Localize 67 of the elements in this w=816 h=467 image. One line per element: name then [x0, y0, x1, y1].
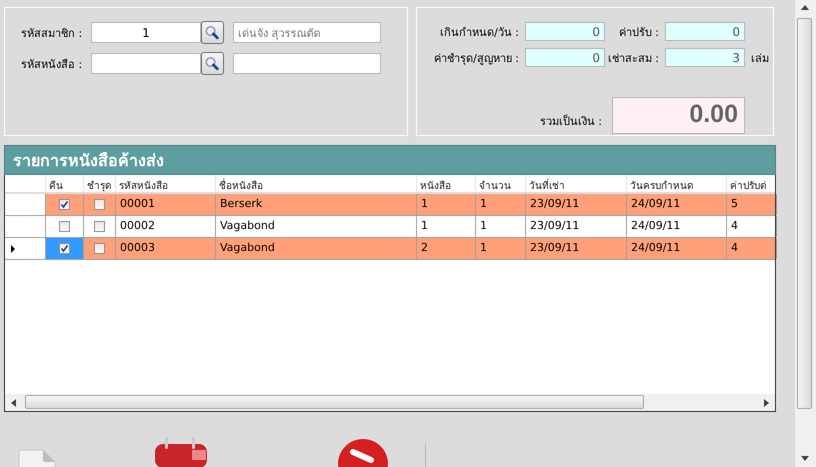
scroll-down-icon[interactable] — [801, 456, 809, 461]
summary-field: 3 — [665, 48, 745, 67]
checkbox[interactable] — [94, 221, 105, 232]
grid-title-bar: รายการหนังสือค้างส่ง — [4, 145, 776, 176]
table-cell: 4 — [727, 216, 777, 238]
search-button[interactable] — [201, 52, 224, 75]
summary-label: ค่าชำรุด/สูญหาย : — [433, 50, 520, 66]
book-name-field[interactable] — [233, 53, 381, 74]
table-cell: Vagabond — [216, 216, 417, 238]
summary-label: เช่าสะสม : — [606, 50, 660, 66]
table-cell: 1 — [417, 194, 476, 216]
column-header[interactable]: วันที่เช่า — [526, 175, 627, 192]
column-header[interactable]: วันครบกำหนด — [627, 175, 727, 192]
scroll-thumb[interactable] — [25, 395, 644, 410]
checkbox[interactable] — [59, 221, 70, 232]
scroll-right-icon[interactable] — [764, 398, 769, 407]
total-amount-field: 0.00 — [612, 97, 745, 134]
table-cell: 23/09/11 — [526, 238, 627, 260]
table-cell: 23/09/11 — [526, 194, 627, 216]
checkbox[interactable] — [94, 243, 105, 254]
table-cell: 1 — [417, 216, 476, 238]
table-cell: 00001 — [116, 194, 216, 216]
table-cell: 2 — [417, 238, 476, 260]
scroll-up-icon[interactable] — [801, 5, 809, 10]
table-cell: 23/09/11 — [526, 216, 627, 238]
scroll-left-icon[interactable] — [11, 398, 16, 407]
checkbox[interactable] — [59, 199, 70, 210]
member-id-field[interactable]: 1 — [91, 22, 201, 43]
book-id-label: รหัสหนังสือ : — [21, 56, 84, 72]
column-header[interactable]: รหัสหนังสือ — [116, 175, 216, 192]
column-header[interactable]: คืน — [46, 175, 84, 192]
table-cell: 1 — [476, 216, 526, 238]
stop-sign-icon[interactable] — [337, 438, 389, 467]
column-header[interactable]: ชื่อหนังสือ — [216, 175, 417, 192]
table-cell: 24/09/11 — [627, 216, 727, 238]
horizontal-scrollbar[interactable] — [5, 394, 775, 412]
member-id-label: รหัสสมาชิก : — [21, 26, 84, 42]
row-header[interactable] — [5, 238, 46, 260]
table-cell: 4 — [727, 238, 777, 260]
summary-field: 0 — [525, 22, 605, 41]
summary-field: 0 — [665, 22, 745, 41]
summary-label: ค่าปรับ : — [618, 24, 660, 40]
total-label: รวมเป็นเงิน : — [540, 113, 602, 130]
scroll-thumb[interactable] — [797, 18, 812, 409]
table-cell: Berserk — [216, 194, 417, 216]
checkbox[interactable] — [59, 243, 70, 254]
table-cell: 24/09/11 — [627, 238, 727, 260]
row-header[interactable] — [5, 194, 46, 216]
table-cell: 24/09/11 — [627, 194, 727, 216]
search-button[interactable] — [201, 21, 224, 44]
checkbox[interactable] — [94, 199, 105, 210]
table-cell: 1 — [476, 194, 526, 216]
table-cell: 5 — [727, 194, 777, 216]
table-cell: 1 — [476, 238, 526, 260]
column-header[interactable]: หนังสือ — [417, 175, 476, 192]
summary-field: 0 — [525, 48, 605, 67]
column-header[interactable]: จำนวน — [476, 175, 526, 192]
book-id-field[interactable] — [91, 53, 201, 74]
column-header[interactable]: ค่าปรับต่ — [727, 175, 777, 192]
calendar-icon[interactable] — [154, 436, 208, 467]
table-cell: 00002 — [116, 216, 216, 238]
table-cell: 00003 — [116, 238, 216, 260]
table-cell: Vagabond — [216, 238, 417, 260]
unit-label: เล่ม — [750, 50, 770, 66]
summary-label: เกินกำหนด/วัน : — [439, 24, 520, 40]
column-header[interactable]: ชำรุด — [84, 175, 116, 192]
member-name-field[interactable]: เด่นจัง สุวรรณตัด — [233, 22, 381, 43]
